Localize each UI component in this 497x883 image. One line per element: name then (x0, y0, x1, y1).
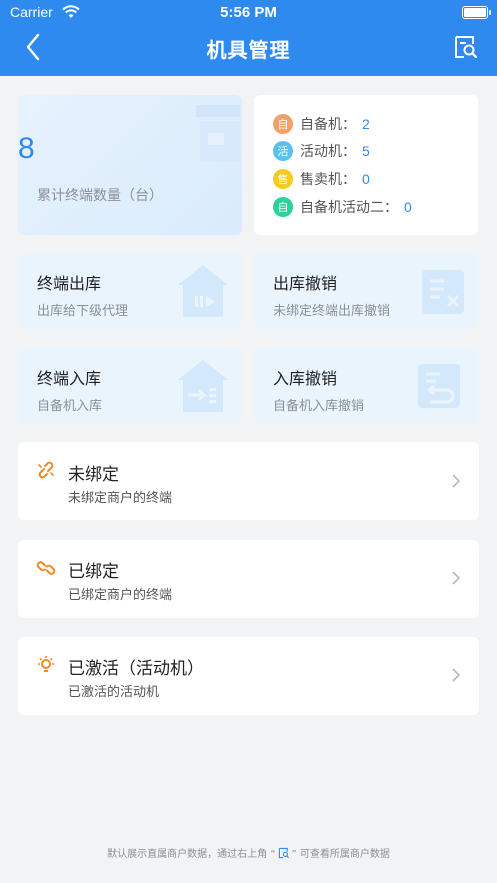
tile-subtitle: 自备机入库撤销 (273, 399, 365, 414)
type-value: 0 (404, 199, 412, 215)
document-search-icon[interactable] (453, 34, 479, 60)
tile-title: 终端入库 (37, 369, 102, 388)
storefront-icon (196, 105, 240, 161)
self-owned-activity-badge-icon: 自 (273, 197, 293, 217)
type-label: 自备机： (300, 117, 356, 133)
unlink-icon (38, 461, 54, 479)
row-title: 已激活（活动机） (68, 659, 204, 679)
tile-subtitle: 未绑定终端出库撤销 (273, 304, 391, 319)
footer-hint: 默认展示直属商户数据，通过右上角 “ ” 可查看所属商户数据 (0, 845, 497, 860)
type-label: 自备机活动二： (300, 200, 398, 216)
chevron-right-icon (452, 474, 461, 488)
battery-icon (462, 6, 491, 19)
total-count: 8 (18, 132, 35, 165)
type-row-self-owned: 自 自备机： 2 (273, 113, 370, 135)
top-bar: Carrier 5:56 PM 机具管理 (0, 0, 497, 76)
status-time: 5:56 PM (220, 4, 277, 21)
tile-subtitle: 自备机入库 (37, 399, 103, 414)
type-value: 2 (362, 116, 370, 132)
chevron-right-icon (452, 571, 461, 585)
type-row-self-owned-activity-2: 自 自备机活动二： 0 (273, 196, 412, 218)
document-search-icon (278, 847, 289, 858)
type-label: 活动机： (300, 144, 356, 160)
warehouse-in-icon (178, 360, 228, 412)
link-icon (36, 561, 56, 575)
activity-badge-icon: 活 (273, 141, 293, 161)
row-subtitle: 未绑定商户的终端 (68, 491, 173, 506)
footer-text-before: 默认展示直属商户数据，通过右上角 “ (107, 849, 276, 860)
type-value: 0 (362, 171, 370, 187)
type-label: 售卖机： (300, 172, 356, 188)
cancel-list-icon (422, 270, 464, 314)
chevron-right-icon (452, 668, 461, 682)
self-owned-badge-icon: 自 (273, 114, 293, 134)
row-subtitle: 已绑定商户的终端 (68, 588, 173, 603)
footer-text-after: ” 可查看所属商户数据 (291, 849, 390, 860)
row-title: 已绑定 (68, 562, 119, 582)
type-row-sale: 售 售卖机： 0 (273, 168, 370, 190)
status-bar: Carrier 5:56 PM (0, 0, 497, 26)
undo-list-icon (418, 364, 460, 408)
row-title: 未绑定 (68, 465, 119, 485)
tile-title: 出库撤销 (273, 274, 338, 293)
type-value: 5 (362, 143, 370, 159)
total-count-label: 累计终端数量（台） (37, 188, 163, 204)
page-title: 机具管理 (206, 38, 291, 62)
row-subtitle: 已激活的活动机 (68, 685, 160, 700)
tile-title: 终端出库 (37, 274, 102, 293)
tile-title: 入库撤销 (273, 369, 338, 388)
warehouse-out-icon (178, 265, 228, 317)
sale-badge-icon: 售 (273, 169, 293, 189)
lightbulb-icon (38, 656, 54, 672)
type-row-activity: 活 活动机： 5 (273, 140, 370, 162)
tile-subtitle: 出库给下级代理 (37, 304, 129, 319)
